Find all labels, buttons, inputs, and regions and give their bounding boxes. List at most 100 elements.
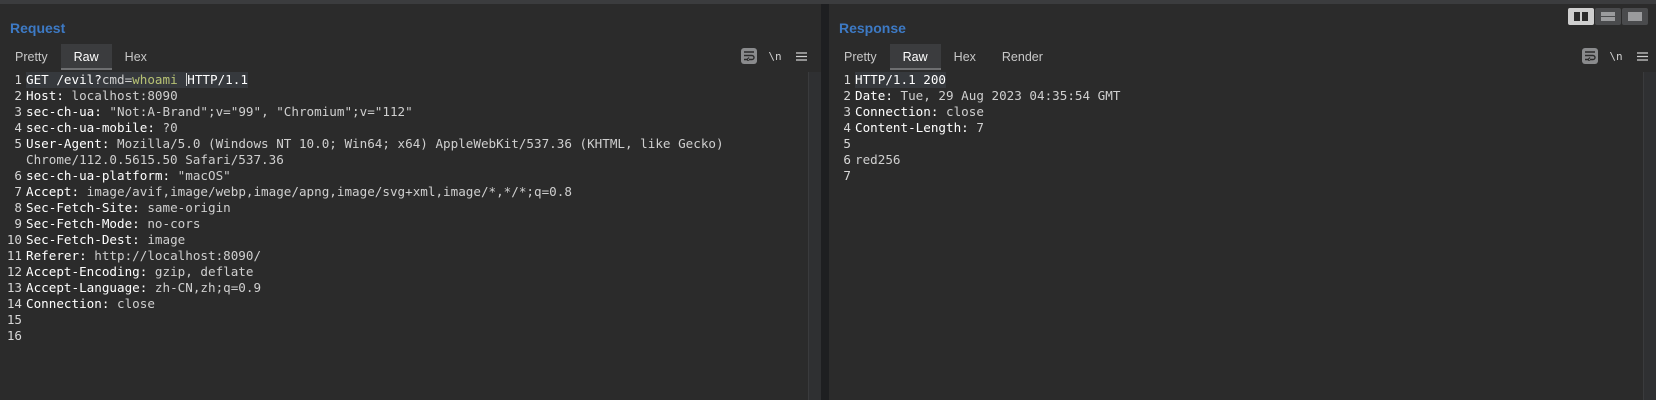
header-value: gzip, deflate (154, 264, 254, 279)
header-value: "macOS" (177, 168, 231, 183)
code-line: 2 Host: localhost:8090 (0, 88, 724, 104)
stacked-icon[interactable] (1595, 8, 1621, 25)
code-line: 3 sec-ch-ua: "Not:A-Brand";v="99", "Chrom… (0, 104, 724, 120)
header-name: Sec-Fetch-Mode (26, 216, 133, 231)
response-tab-render[interactable]: Render (989, 44, 1056, 69)
code-line: 12 Accept-Encoding: gzip, deflate (0, 264, 724, 280)
side-by-side-icon[interactable] (1568, 8, 1594, 25)
line-number: 15 (6, 312, 22, 327)
http-version: HTTP/1.1 (187, 72, 248, 87)
code-line: 8 Sec-Fetch-Site: same-origin (0, 200, 724, 216)
response-tab-pretty[interactable]: Pretty (831, 44, 890, 69)
line-content: Sec-Fetch-Site: same-origin (26, 200, 231, 216)
line-number: 3 (14, 104, 22, 119)
request-editor[interactable]: 1 GET /evil?cmd=whoami HTTP/1.1 2 Host: loc… (0, 72, 724, 344)
header-name: Accept-Language (26, 280, 140, 295)
header-value: "Not:A-Brand";v="99", "Chromium";v="112" (109, 104, 413, 119)
code-line: 2 Date: Tue, 29 Aug 2023 04:35:54 GMT (829, 88, 1120, 104)
line-number: 10 (6, 232, 22, 247)
request-editor-tools: \n (741, 48, 809, 64)
line-content: Content-Length: 7 (855, 120, 984, 136)
header-value: image/avif,image/webp,image/apng,image/s… (86, 184, 572, 199)
header-value: localhost:8090 (71, 88, 178, 103)
response-tabs: Pretty Raw Hex Render (831, 44, 1056, 70)
header-name: Connection (855, 104, 931, 119)
line-content: sec-ch-ua: "Not:A-Brand";v="99", "Chromi… (26, 104, 413, 120)
word-wrap-icon[interactable] (741, 48, 757, 64)
header-value: close (946, 104, 984, 119)
header-value: Chrome/112.0.5615.50 Safari/537.36 (26, 152, 284, 167)
separator: : (139, 280, 155, 295)
code-line: 1 GET /evil?cmd=whoami HTTP/1.1 (0, 72, 724, 88)
line-number: 11 (6, 248, 22, 263)
header-value: same-origin (147, 200, 231, 215)
header-name: Accept (26, 184, 72, 199)
separator: : (71, 184, 87, 199)
request-tab-raw[interactable]: Raw (60, 44, 112, 70)
line-content: Connection: close (26, 296, 155, 312)
request-tab-pretty[interactable]: Pretty (2, 44, 61, 69)
separator: : (139, 264, 155, 279)
separator: : (101, 296, 117, 311)
request-scrollbar[interactable] (808, 72, 821, 400)
code-line: 7 (829, 168, 1120, 184)
response-scrollbar[interactable] (1643, 72, 1656, 400)
header-value: Mozilla/5.0 (Windows NT 10.0; Win64; x64… (117, 136, 724, 151)
code-line: 6 sec-ch-ua-platform: "macOS" (0, 168, 724, 184)
code-line: 1 HTTP/1.1 200 (829, 72, 1120, 88)
code-line: 10 Sec-Fetch-Dest: image (0, 232, 724, 248)
layout-toggle (1568, 8, 1648, 25)
code-line: 5 User-Agent: Mozilla/5.0 (Windows NT 10.… (0, 136, 724, 152)
request-tab-hex[interactable]: Hex (112, 44, 160, 69)
code-line: 11 Referer: http://localhost:8090/ (0, 248, 724, 264)
request-pane: Request Pretty Raw Hex \n 1 GET /evil?cmd… (0, 4, 821, 400)
line-number: 5 (14, 136, 22, 151)
line-content: Accept-Encoding: gzip, deflate (26, 264, 253, 280)
code-line: 4 sec-ch-ua-mobile: ?0 (0, 120, 724, 136)
code-line: 13 Accept-Language: zh-CN,zh;q=0.9 (0, 280, 724, 296)
header-name: Accept-Encoding (26, 264, 140, 279)
separator: : (961, 120, 977, 135)
line-content: Sec-Fetch-Mode: no-cors (26, 216, 200, 232)
separator: : (79, 248, 95, 263)
line-content: Sec-Fetch-Dest: image (26, 232, 185, 248)
show-newlines-button[interactable]: \n (1608, 50, 1624, 63)
pane-divider[interactable] (821, 4, 829, 400)
header-name: Referer (26, 248, 80, 263)
line-number: 7 (843, 168, 851, 183)
line-number (0, 152, 26, 168)
response-pane: Response Pretty Raw Hex Render \n 1 HTTP/… (829, 4, 1656, 400)
separator: : (94, 104, 110, 119)
line-number: 7 (14, 184, 22, 199)
line-number: 12 (6, 264, 22, 279)
request-title: Request (10, 20, 66, 36)
header-value: red256 (855, 152, 901, 167)
response-tab-raw[interactable]: Raw (889, 44, 941, 70)
response-title: Response (839, 20, 906, 36)
single-pane-icon[interactable] (1622, 8, 1648, 25)
code-line: 14 Connection: close (0, 296, 724, 312)
header-name: Date (855, 88, 886, 103)
header-value: Tue, 29 Aug 2023 04:35:54 GMT (900, 88, 1121, 103)
line-content: Accept: image/avif,image/webp,image/apng… (26, 184, 572, 200)
word-wrap-icon[interactable] (1582, 48, 1598, 64)
header-value: zh-CN,zh;q=0.9 (154, 280, 262, 295)
separator: : (930, 104, 946, 119)
line-content: red256 (855, 152, 901, 168)
show-newlines-button[interactable]: \n (767, 50, 783, 63)
header-name: Connection (26, 296, 102, 311)
line-number: 16 (6, 328, 22, 343)
line-number: 8 (14, 200, 22, 215)
menu-icon[interactable] (793, 48, 809, 64)
response-editor[interactable]: 1 HTTP/1.1 200 2 Date: Tue, 29 Aug 2023 04:… (829, 72, 1120, 184)
code-line: 3 Connection: close (829, 104, 1120, 120)
header-name: Host (26, 88, 57, 103)
line-number: 14 (6, 296, 22, 311)
menu-icon[interactable] (1634, 48, 1650, 64)
separator: : (101, 136, 117, 151)
header-name: Content-Length (855, 120, 962, 135)
header-value: image (147, 232, 186, 247)
header-value: http://localhost:8090/ (94, 248, 262, 263)
response-tab-hex[interactable]: Hex (941, 44, 989, 69)
query-param-value: whoami (132, 72, 178, 87)
